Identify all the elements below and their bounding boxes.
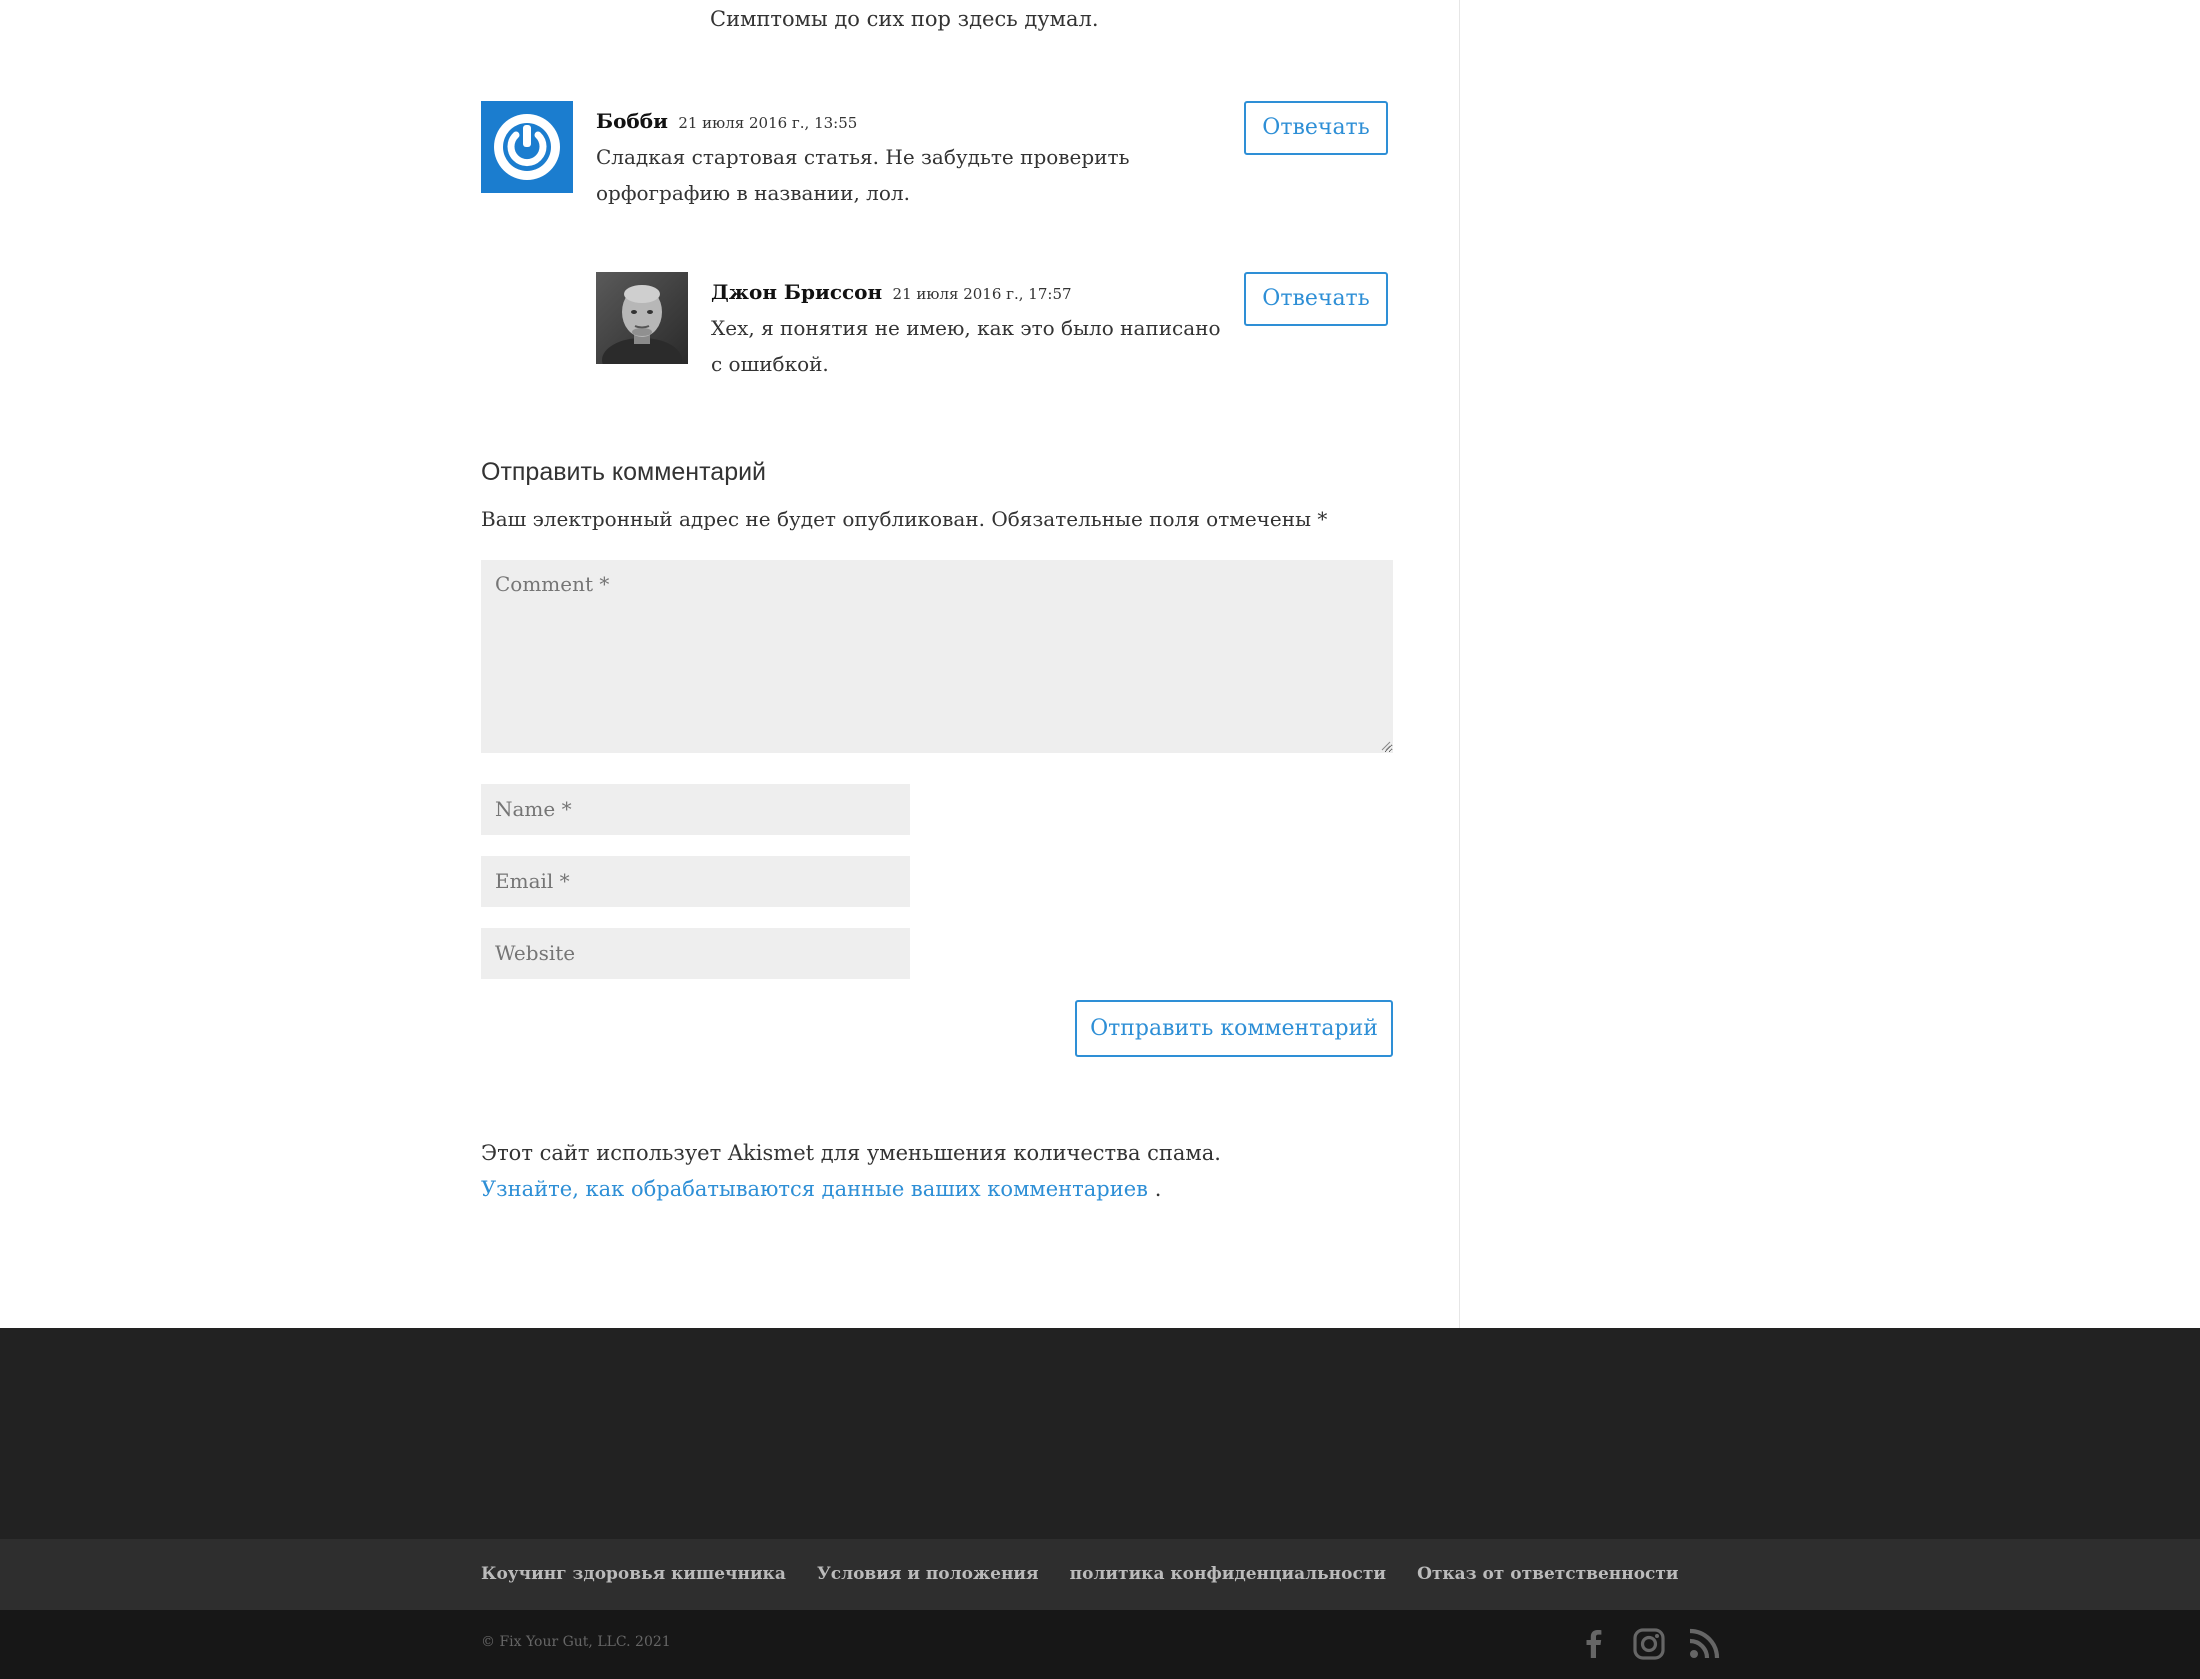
rss-icon[interactable]	[1687, 1627, 1721, 1661]
footer-link-privacy[interactable]: политика конфиденциальности	[1070, 1564, 1386, 1584]
copyright: © Fix Your Gut, LLC. 2021	[481, 1634, 671, 1650]
comment-item: Бобби 21 июля 2016 г., 13:55 Сладкая ста…	[481, 101, 1393, 221]
website-field[interactable]	[481, 928, 910, 979]
footer-menu-bar: Коучинг здоровья кишечника Условия и пол…	[0, 1539, 2200, 1610]
akismet-privacy-link[interactable]: Узнайте, как обрабатываются данные ваших…	[481, 1177, 1148, 1201]
footer-link-terms[interactable]: Условия и положения	[817, 1564, 1039, 1584]
instagram-icon[interactable]	[1632, 1627, 1666, 1661]
comment-item: Джон Бриссон 21 июля 2016 г., 17:57 Хех,…	[596, 272, 1393, 392]
footer-widget-area	[0, 1328, 2200, 1539]
facebook-icon[interactable]	[1577, 1627, 1611, 1661]
comment-author[interactable]: Бобби	[596, 109, 668, 133]
footer-link-gut-coaching[interactable]: Коучинг здоровья кишечника	[481, 1564, 786, 1584]
previous-comment-text: Симптомы до сих пор здесь думал.	[710, 7, 1099, 31]
person-photo-icon	[596, 272, 688, 364]
comment-meta: Бобби 21 июля 2016 г., 13:55	[596, 109, 857, 133]
comment-notes: Ваш электронный адрес не будет опубликов…	[481, 507, 1327, 531]
akismet-notice: Этот сайт использует Akismet для уменьше…	[481, 1135, 1281, 1207]
name-field[interactable]	[481, 784, 910, 835]
sidebar-divider	[1459, 0, 1460, 1328]
submit-comment-button[interactable]: Отправить комментарий	[1075, 1000, 1393, 1057]
comment-date[interactable]: 21 июля 2016 г., 17:57	[893, 285, 1072, 303]
main-content-area: Симптомы до сих пор здесь думал. Бобби 2…	[0, 0, 2200, 1328]
reply-button[interactable]: Отвечать	[1244, 101, 1388, 155]
akismet-text: Этот сайт использует Akismet для уменьше…	[481, 1141, 1221, 1165]
resize-handle-icon[interactable]	[1381, 741, 1391, 751]
comment-notes-text: Ваш электронный адрес не будет опубликов…	[481, 507, 1311, 531]
required-mark: *	[1317, 507, 1328, 531]
reply-button[interactable]: Отвечать	[1244, 272, 1388, 326]
avatar	[481, 101, 573, 193]
akismet-suffix: .	[1154, 1177, 1162, 1201]
footer-link-disclaimer[interactable]: Отказ от ответственности	[1417, 1564, 1678, 1584]
comment-meta: Джон Бриссон 21 июля 2016 г., 17:57	[711, 280, 1072, 304]
footer-menu: Коучинг здоровья кишечника Условия и пол…	[481, 1564, 1705, 1584]
footer-bottom-bar: © Fix Your Gut, LLC. 2021	[0, 1610, 2200, 1679]
email-field[interactable]	[481, 856, 910, 907]
comment-text: Хех, я понятия не имею, как это было нап…	[711, 316, 1221, 376]
respond-title: Отправить комментарий	[481, 458, 767, 486]
comment-text: Сладкая стартовая статья. Не забудьте пр…	[596, 145, 1130, 205]
avatar	[596, 272, 688, 364]
comment-date[interactable]: 21 июля 2016 г., 13:55	[678, 114, 857, 132]
power-logo-icon	[481, 101, 573, 193]
comment-author[interactable]: Джон Бриссон	[711, 280, 882, 304]
comment-textarea[interactable]	[481, 560, 1393, 753]
